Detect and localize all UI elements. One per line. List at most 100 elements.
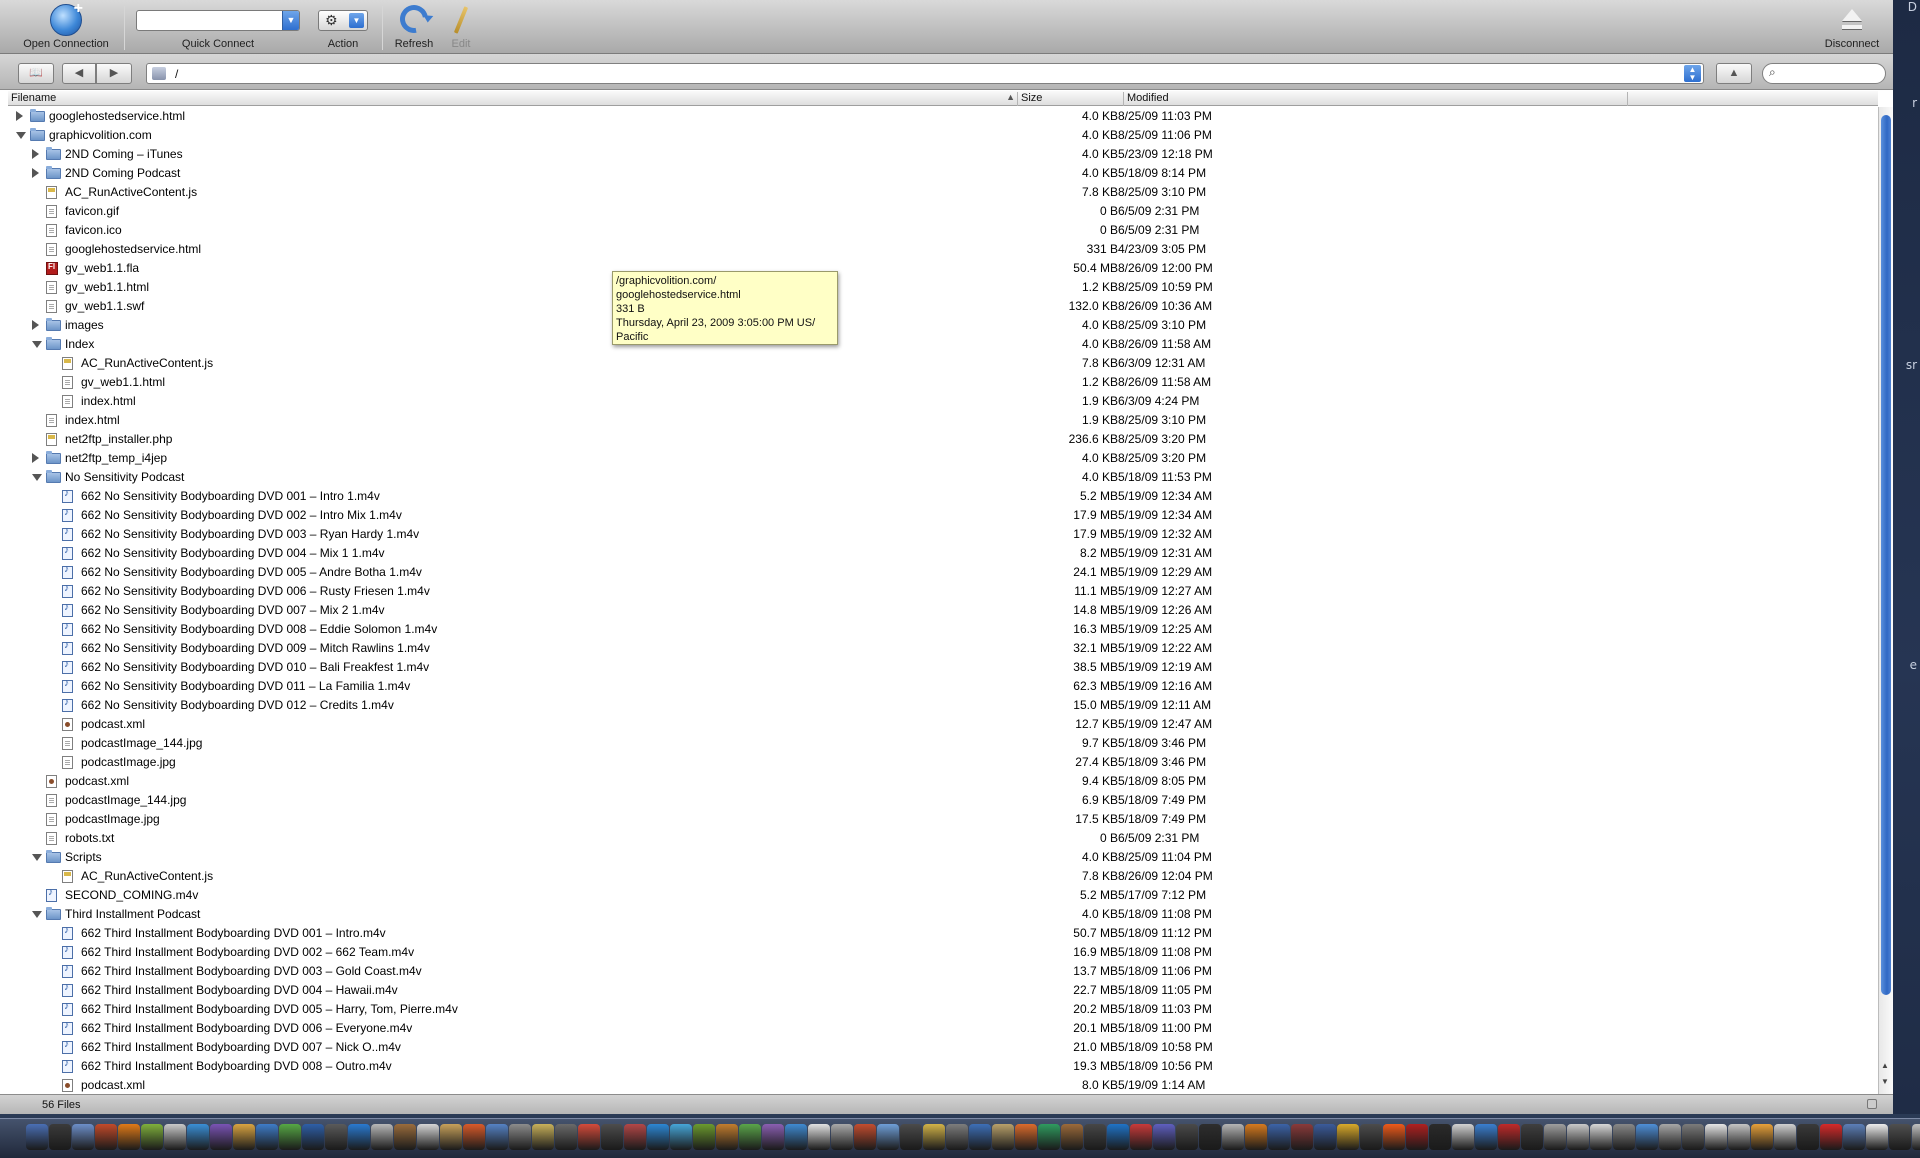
dock-app-icon[interactable] (1176, 1124, 1198, 1150)
disclosure-closed-icon[interactable] (32, 453, 39, 463)
open-connection-button[interactable]: Open Connection (8, 0, 124, 54)
table-row[interactable]: 662 No Sensitivity Bodyboarding DVD 010 … (8, 658, 1878, 677)
table-row[interactable]: gv_web1.1.swf 132.0 KB 8/26/09 10:36 AM (8, 297, 1878, 316)
dock-app-icon[interactable] (1705, 1124, 1727, 1150)
table-row[interactable]: googlehostedservice.html 331 B 4/23/09 3:0… (8, 240, 1878, 259)
bookmarks-button[interactable]: 📖 (18, 63, 54, 84)
disclosure-closed-icon[interactable] (32, 320, 39, 330)
dock-app-icon[interactable] (900, 1124, 922, 1150)
table-row[interactable]: Third Installment Podcast 4.0 KB 5/18/09 1… (8, 905, 1878, 924)
dock-app-icon[interactable] (739, 1124, 761, 1150)
dock-app-icon[interactable] (923, 1124, 945, 1150)
dock-app-icon[interactable] (279, 1124, 301, 1150)
dock-app-icon[interactable] (785, 1124, 807, 1150)
dock-app-icon[interactable] (716, 1124, 738, 1150)
dock-app-icon[interactable] (1843, 1124, 1865, 1150)
table-row[interactable]: 2ND Coming Podcast 4.0 KB 5/18/09 8:14 PM (8, 164, 1878, 183)
dock-app-icon[interactable] (1912, 1124, 1920, 1150)
disclosure-closed-icon[interactable] (32, 168, 39, 178)
disclosure-open-icon[interactable] (16, 132, 26, 139)
disclosure-open-icon[interactable] (32, 341, 42, 348)
dock-app-icon[interactable] (1337, 1124, 1359, 1150)
search-input[interactable] (1783, 66, 1879, 81)
scrollbar-thumb[interactable] (1881, 115, 1891, 995)
disconnect-button[interactable]: Disconnect (1816, 0, 1888, 54)
table-row[interactable]: podcast.xml 8.0 KB 5/19/09 1:14 AM (8, 1076, 1878, 1094)
refresh-button[interactable]: Refresh (388, 0, 440, 54)
edit-button[interactable]: Edit (444, 0, 478, 54)
dock-app-icon[interactable] (1245, 1124, 1267, 1150)
dock-app-icon[interactable] (1567, 1124, 1589, 1150)
disclosure-open-icon[interactable] (32, 474, 42, 481)
enclosing-folder-button[interactable]: ▲ (1716, 63, 1752, 84)
back-button[interactable]: ◀ (62, 63, 96, 84)
table-row[interactable]: 662 No Sensitivity Bodyboarding DVD 001 … (8, 487, 1878, 506)
table-row[interactable]: Index 4.0 KB 8/26/09 11:58 AM (8, 335, 1878, 354)
dock-app-icon[interactable] (854, 1124, 876, 1150)
table-row[interactable]: 662 Third Installment Bodyboarding DVD 0… (8, 943, 1878, 962)
table-row[interactable]: 2ND Coming – iTunes 4.0 KB 5/23/09 12:18 P… (8, 145, 1878, 164)
table-row[interactable]: 662 No Sensitivity Bodyboarding DVD 007 … (8, 601, 1878, 620)
dock-app-icon[interactable] (1314, 1124, 1336, 1150)
dock-app-icon[interactable] (210, 1124, 232, 1150)
table-row[interactable]: podcast.xml 12.7 KB 5/19/09 12:47 AM (8, 715, 1878, 734)
dock-app-icon[interactable] (118, 1124, 140, 1150)
dock-app-icon[interactable] (1797, 1124, 1819, 1150)
dock-app-icon[interactable] (1590, 1124, 1612, 1150)
disclosure-open-icon[interactable] (32, 911, 42, 918)
dock-app-icon[interactable] (1751, 1124, 1773, 1150)
table-row[interactable]: 662 Third Installment Bodyboarding DVD 0… (8, 924, 1878, 943)
dock-app-icon[interactable] (946, 1124, 968, 1150)
dock-app-icon[interactable] (762, 1124, 784, 1150)
dock-app-icon[interactable] (1153, 1124, 1175, 1150)
dock-app-icon[interactable] (325, 1124, 347, 1150)
table-row[interactable]: 662 Third Installment Bodyboarding DVD 0… (8, 981, 1878, 1000)
dock-app-icon[interactable] (877, 1124, 899, 1150)
dock-app-icon[interactable] (1613, 1124, 1635, 1150)
table-row[interactable]: favicon.ico 0 B 6/5/09 2:31 PM (8, 221, 1878, 240)
chevron-down-icon[interactable]: ▼ (282, 11, 299, 30)
table-row[interactable]: 662 No Sensitivity Bodyboarding DVD 009 … (8, 639, 1878, 658)
dock-app-icon[interactable] (233, 1124, 255, 1150)
dock-app-icon[interactable] (256, 1124, 278, 1150)
table-row[interactable]: 662 No Sensitivity Bodyboarding DVD 008 … (8, 620, 1878, 639)
dock-app-icon[interactable] (486, 1124, 508, 1150)
dock-app-icon[interactable] (1682, 1124, 1704, 1150)
table-row[interactable]: podcastImage_144.jpg 6.9 KB 5/18/09 7:49 P… (8, 791, 1878, 810)
table-row[interactable]: 662 No Sensitivity Bodyboarding DVD 005 … (8, 563, 1878, 582)
table-row[interactable]: gv_web1.1.html 1.2 KB 8/25/09 10:59 PM (8, 278, 1878, 297)
dock-app-icon[interactable] (1475, 1124, 1497, 1150)
vertical-scrollbar[interactable]: ▲ ▼ (1878, 107, 1893, 1094)
dock-app-icon[interactable] (26, 1124, 48, 1150)
disclosure-closed-icon[interactable] (32, 149, 39, 159)
table-row[interactable]: podcast.xml 9.4 KB 5/18/09 8:05 PM (8, 772, 1878, 791)
dock-app-icon[interactable] (1130, 1124, 1152, 1150)
table-row[interactable]: AC_RunActiveContent.js 7.8 KB 8/26/09 12:0… (8, 867, 1878, 886)
dock-app-icon[interactable] (95, 1124, 117, 1150)
dock-app-icon[interactable] (1452, 1124, 1474, 1150)
table-row[interactable]: net2ftp_installer.php 236.6 KB 8/25/09 3:2… (8, 430, 1878, 449)
dock-app-icon[interactable] (1636, 1124, 1658, 1150)
table-row[interactable]: No Sensitivity Podcast 4.0 KB 5/18/09 11:5… (8, 468, 1878, 487)
dock-app-icon[interactable] (647, 1124, 669, 1150)
updown-arrows-icon[interactable]: ▲ ▼ (1684, 65, 1701, 82)
disclosure-closed-icon[interactable] (16, 111, 23, 121)
table-row[interactable]: Scripts 4.0 KB 8/25/09 11:04 PM (8, 848, 1878, 867)
dock-app-icon[interactable] (831, 1124, 853, 1150)
scroll-up-icon[interactable]: ▲ (1881, 1061, 1889, 1070)
dock-app-icon[interactable] (348, 1124, 370, 1150)
path-popup[interactable]: / ▲ ▼ (146, 63, 1704, 84)
table-row[interactable]: net2ftp_temp_i4jep 4.0 KB 8/25/09 3:20 PM (8, 449, 1878, 468)
dock-app-icon[interactable] (1544, 1124, 1566, 1150)
dock-app-icon[interactable] (808, 1124, 830, 1150)
table-row[interactable]: 662 Third Installment Bodyboarding DVD 0… (8, 962, 1878, 981)
table-row[interactable]: 662 Third Installment Bodyboarding DVD 0… (8, 1000, 1878, 1019)
dock-app-icon[interactable] (1199, 1124, 1221, 1150)
table-row[interactable]: AC_RunActiveContent.js 7.8 KB 6/3/09 12:31… (8, 354, 1878, 373)
table-row[interactable]: AC_RunActiveContent.js 7.8 KB 8/25/09 3:10… (8, 183, 1878, 202)
file-list[interactable]: googlehostedservice.html 4.0 KB 8/25/09 11… (8, 107, 1878, 1094)
table-row[interactable]: 662 No Sensitivity Bodyboarding DVD 002 … (8, 506, 1878, 525)
dock-app-icon[interactable] (1360, 1124, 1382, 1150)
scroll-down-icon[interactable]: ▼ (1881, 1077, 1889, 1086)
column-size[interactable]: Size (1018, 92, 1124, 106)
